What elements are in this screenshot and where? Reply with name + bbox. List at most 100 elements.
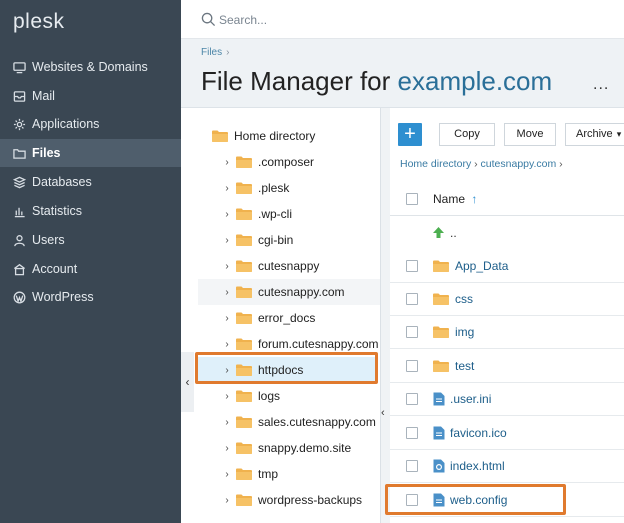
page-title-domain[interactable]: example.com: [398, 66, 553, 96]
page-header: Files › File Manager for example.com ...: [181, 39, 624, 108]
tree-item-label: wordpress-backups: [258, 493, 363, 507]
breadcrumb-files-link[interactable]: Files: [201, 47, 222, 58]
chevron-right-icon[interactable]: ›: [222, 261, 232, 272]
chevron-right-icon[interactable]: ›: [222, 391, 232, 402]
file-breadcrumb-current[interactable]: cutesnappy.com: [481, 158, 557, 170]
chevron-right-icon[interactable]: ›: [222, 183, 232, 194]
file-row[interactable]: favicon.ico: [390, 417, 624, 450]
file-name-link[interactable]: .user.ini: [450, 392, 491, 406]
tree-item-label: snappy.demo.site: [258, 441, 352, 455]
row-checkbox[interactable]: [406, 293, 418, 305]
sidebar-item-label: Applications: [32, 117, 100, 131]
bar-chart-icon: [12, 204, 26, 218]
top-bar: [181, 0, 624, 39]
sidebar-item-statistics[interactable]: Statistics: [0, 197, 181, 225]
tree-item-label: error_docs: [258, 311, 316, 325]
sidebar-item-wordpress[interactable]: WordPress: [0, 283, 181, 311]
chevron-right-icon[interactable]: ›: [222, 469, 232, 480]
sidebar-item-label: WordPress: [32, 290, 94, 304]
html-file-icon: [433, 459, 445, 473]
sidebar-item-label: Files: [32, 146, 61, 160]
select-all-checkbox[interactable]: [406, 192, 418, 205]
more-actions-button[interactable]: ...: [593, 76, 609, 94]
file-name-link[interactable]: test: [455, 359, 474, 373]
file-name-link[interactable]: css: [455, 292, 473, 306]
tree-item-cutesnappy[interactable]: › cutesnappy: [198, 253, 319, 279]
tree-item-sales-cutesnappy-com[interactable]: › sales.cutesnappy.com: [198, 409, 376, 435]
chevron-right-icon[interactable]: ›: [222, 313, 232, 324]
file-row[interactable]: App_Data: [390, 250, 624, 283]
sidebar-item-websites-domains[interactable]: Websites & Domains: [0, 53, 181, 81]
tree-item-cgi-bin[interactable]: › cgi-bin: [198, 227, 293, 253]
panel-collapse-arrow[interactable]: ‹: [381, 407, 385, 419]
move-button[interactable]: Move: [504, 122, 556, 146]
chevron-right-icon[interactable]: ›: [222, 339, 232, 350]
highlight-httpdocs: [195, 352, 378, 384]
file-row[interactable]: img: [390, 316, 624, 349]
sidebar-item-files[interactable]: Files: [0, 139, 181, 167]
file-row[interactable]: test: [390, 350, 624, 383]
row-checkbox[interactable]: [406, 326, 418, 338]
row-checkbox[interactable]: [406, 360, 418, 372]
folder-icon: [12, 146, 26, 160]
chevron-right-icon[interactable]: ›: [222, 443, 232, 454]
sidebar-item-applications[interactable]: Applications: [0, 110, 181, 138]
tree-item-wordpress-backups[interactable]: › wordpress-backups: [198, 487, 362, 513]
chevron-right-icon[interactable]: ›: [222, 417, 232, 428]
row-checkbox[interactable]: [406, 427, 418, 439]
add-button[interactable]: +: [398, 122, 422, 146]
folder-icon: [236, 416, 252, 428]
chevron-right-icon[interactable]: ›: [222, 495, 232, 506]
tree-item-tmp[interactable]: › tmp: [198, 461, 278, 487]
sidebar-item-mail[interactable]: Mail: [0, 82, 181, 110]
file-row[interactable]: .user.ini: [390, 383, 624, 416]
user-icon: [12, 233, 26, 247]
tree-item-plesk[interactable]: › .plesk: [198, 175, 289, 201]
sidebar-item-account[interactable]: Account: [0, 255, 181, 283]
tree-collapse-handle[interactable]: ‹: [181, 352, 194, 412]
file-name-link[interactable]: App_Data: [455, 259, 508, 273]
tree-item-logs[interactable]: › logs: [198, 383, 280, 409]
file-icon: [433, 392, 445, 406]
tree-item-wp-cli[interactable]: › .wp-cli: [198, 201, 292, 227]
row-checkbox[interactable]: [406, 460, 418, 472]
file-row[interactable]: css: [390, 283, 624, 316]
chevron-right-icon[interactable]: ›: [222, 157, 232, 168]
name-column-header[interactable]: Name ↑: [433, 192, 477, 206]
sidebar-item-users[interactable]: Users: [0, 226, 181, 254]
folder-icon: [236, 312, 252, 324]
file-name-link[interactable]: img: [455, 325, 474, 339]
tree-item-label: .plesk: [258, 181, 290, 195]
tree-item-label: Home directory: [234, 129, 316, 143]
search-input[interactable]: [219, 9, 599, 31]
tree-item-error-docs[interactable]: › error_docs: [198, 305, 315, 331]
file-breadcrumb: Home directory › cutesnappy.com ›: [400, 158, 563, 170]
file-name-link[interactable]: favicon.ico: [450, 426, 507, 440]
copy-button[interactable]: Copy: [439, 122, 495, 146]
panel-divider[interactable]: [380, 108, 390, 523]
folder-icon: [212, 130, 228, 142]
folder-icon: [236, 442, 252, 454]
folder-icon: [236, 468, 252, 480]
tree-item-cutesnappy-com[interactable]: › cutesnappy.com: [198, 279, 380, 305]
parent-directory-row[interactable]: ..: [390, 216, 624, 249]
folder-icon: [433, 260, 449, 272]
sidebar-item-databases[interactable]: Databases: [0, 168, 181, 196]
tree-item-snappy-demo-site[interactable]: › snappy.demo.site: [198, 435, 351, 461]
row-checkbox[interactable]: [406, 393, 418, 405]
file-row[interactable]: index.html: [390, 450, 624, 483]
tree-item-label: tmp: [258, 467, 279, 481]
sidebar-item-label: Websites & Domains: [32, 60, 148, 74]
plesk-logo[interactable]: plesk: [13, 10, 65, 34]
page-title-prefix: File Manager for: [201, 66, 391, 96]
archive-button-label: Archive: [576, 128, 613, 140]
chevron-right-icon[interactable]: ›: [222, 287, 232, 298]
file-breadcrumb-root[interactable]: Home directory: [400, 158, 471, 170]
chevron-right-icon[interactable]: ›: [222, 235, 232, 246]
archive-button[interactable]: Archive ▾: [565, 122, 624, 146]
file-name-link[interactable]: index.html: [450, 459, 505, 473]
row-checkbox[interactable]: [406, 260, 418, 272]
tree-item-composer[interactable]: › .composer: [198, 149, 314, 175]
tree-home-directory[interactable]: Home directory: [212, 123, 315, 149]
chevron-right-icon[interactable]: ›: [222, 209, 232, 220]
